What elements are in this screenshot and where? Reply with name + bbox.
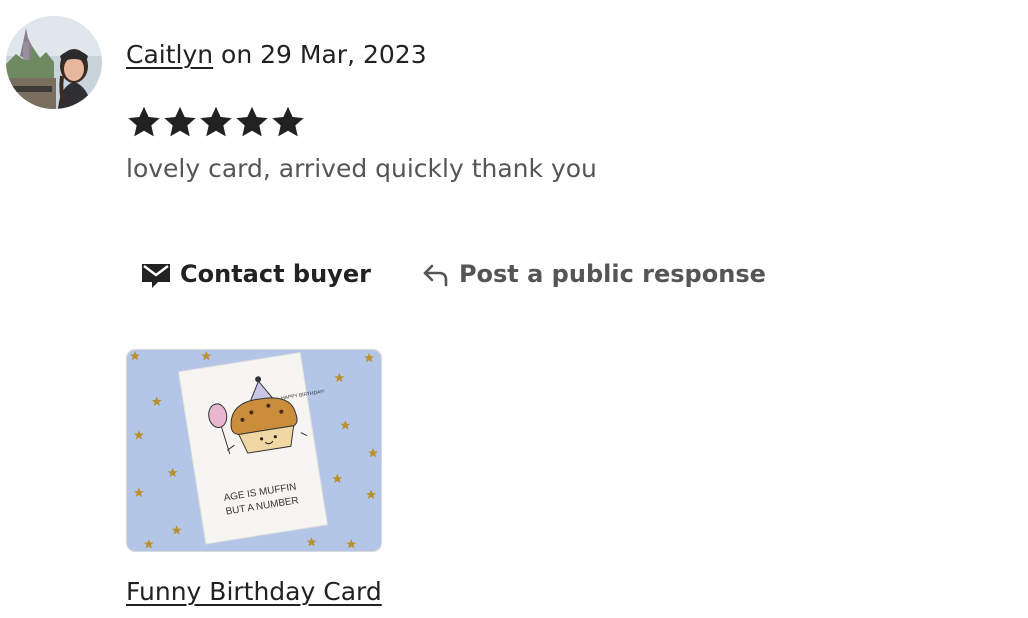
star-icon [198, 104, 234, 140]
review-date: 29 Mar, 2023 [260, 40, 427, 69]
review-actions: Contact buyer Post a public response [140, 258, 766, 290]
review-meta: Caitlyn on 29 Mar, 2023 [126, 37, 427, 73]
post-public-response-button[interactable]: Post a public response [419, 258, 766, 290]
star-icon [162, 104, 198, 140]
star-icon [270, 104, 306, 140]
date-prefix: on [213, 40, 261, 69]
product-thumbnail[interactable]: HAPPY BIRTHDAY! AGE IS MUFFIN BUT A NUMB… [126, 349, 382, 552]
reply-arrow-icon [419, 258, 451, 290]
review-text: lovely card, arrived quickly thank you [126, 154, 597, 183]
post-public-response-label: Post a public response [458, 260, 766, 288]
star-rating [126, 104, 306, 140]
reviewer-name-link[interactable]: Caitlyn [126, 40, 213, 69]
contact-buyer-button[interactable]: Contact buyer [140, 258, 371, 290]
reviewer-avatar[interactable] [6, 16, 102, 109]
envelope-icon [140, 258, 172, 290]
star-icon [126, 104, 162, 140]
star-icon [234, 104, 270, 140]
contact-buyer-label: Contact buyer [180, 260, 371, 288]
product-title-link[interactable]: Funny Birthday Card [126, 574, 382, 610]
